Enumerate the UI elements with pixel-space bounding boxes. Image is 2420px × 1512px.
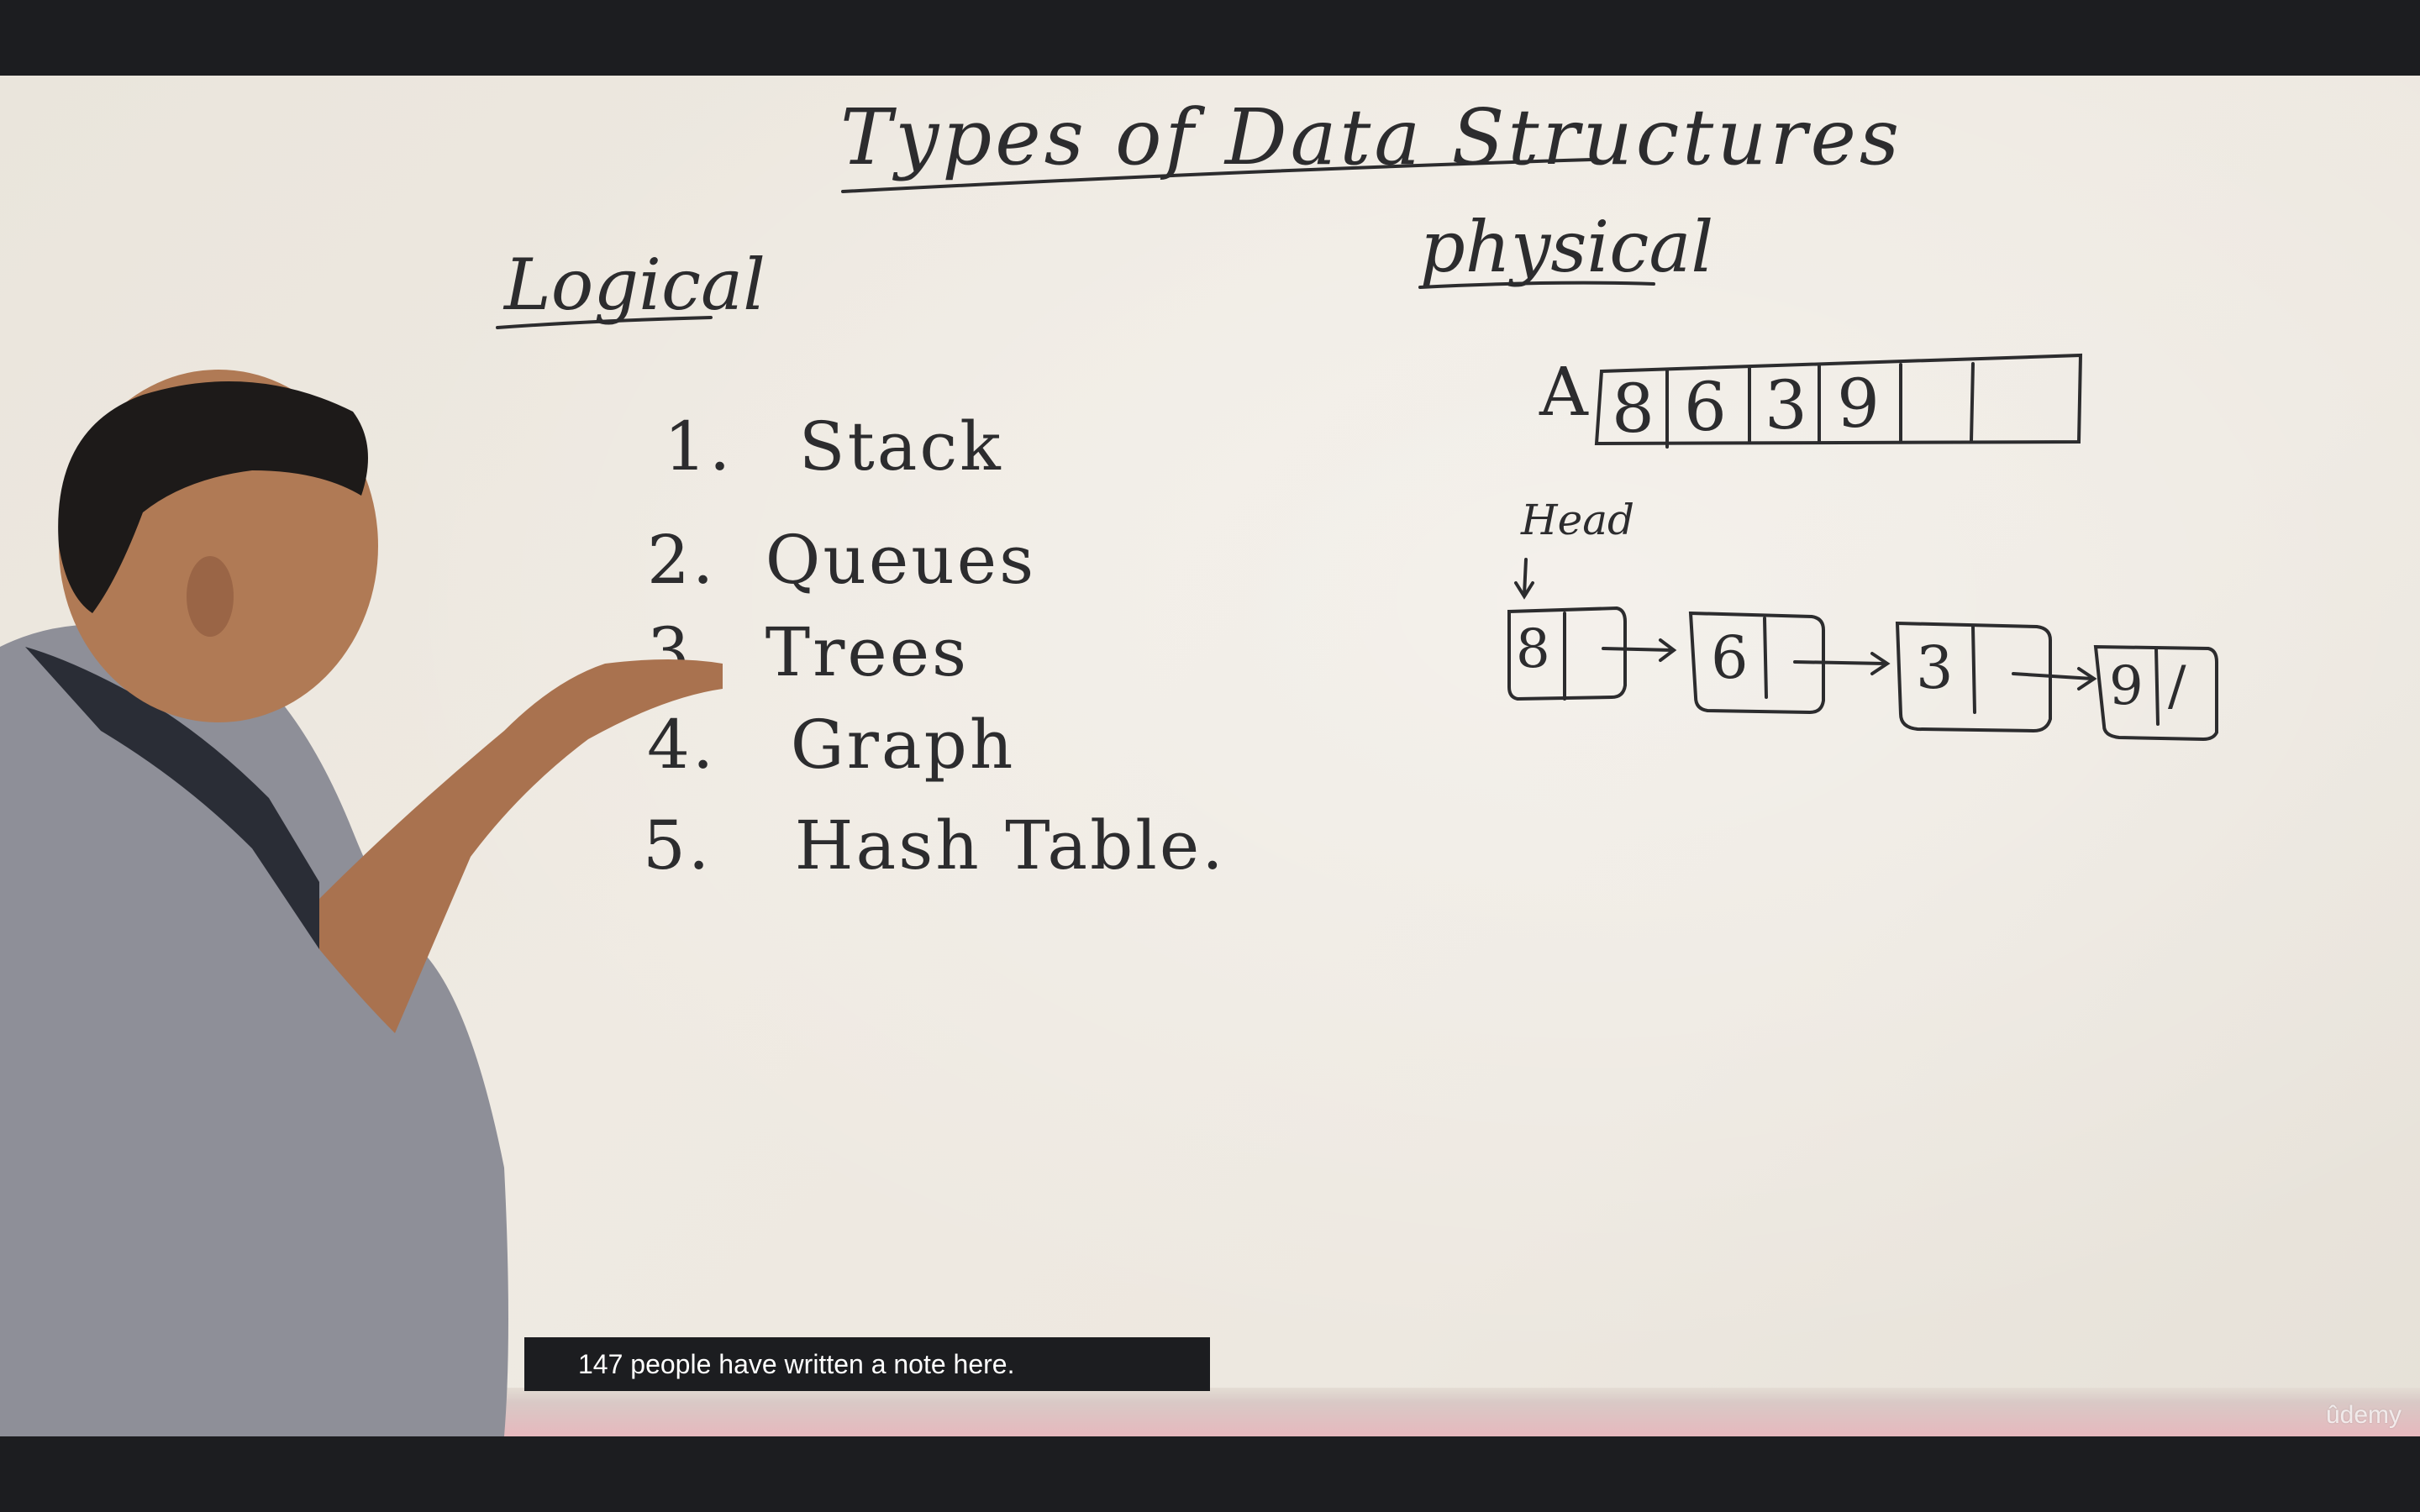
top-letterbox-bar (0, 0, 2420, 76)
array-cell: 9 (1837, 365, 1882, 443)
head-label: Head (1521, 496, 1635, 544)
head-arrow (1523, 558, 1528, 596)
linked-list-node-value: 3 (1916, 633, 1956, 702)
linked-list-node-value: 9 (2109, 655, 2146, 717)
whiteboard-drawing (0, 158, 2218, 1436)
linked-list-node-value: 8 (1516, 618, 1553, 680)
video-player[interactable]: Types of Data Structures Logical physica… (0, 76, 2420, 1436)
notes-banner[interactable]: 147 people have written a note here. (524, 1337, 1210, 1391)
array-label: A (1539, 353, 1591, 431)
logical-underline (496, 316, 713, 329)
udemy-watermark: ûdemy (2325, 1401, 2402, 1429)
notes-banner-text: 147 people have written a note here. (578, 1348, 1015, 1379)
array-cell: 6 (1684, 368, 1729, 446)
linked-list-node-value: 6 (1711, 623, 1751, 692)
title-underline (841, 158, 1593, 193)
linked-list-terminator: / (2168, 655, 2189, 717)
bottom-letterbox-bar (0, 1436, 2420, 1512)
physical-underline (1418, 281, 1655, 289)
array-cell: 8 (1612, 370, 1657, 448)
array-cell: 3 (1765, 366, 1810, 444)
speaker-figure (0, 370, 723, 1436)
